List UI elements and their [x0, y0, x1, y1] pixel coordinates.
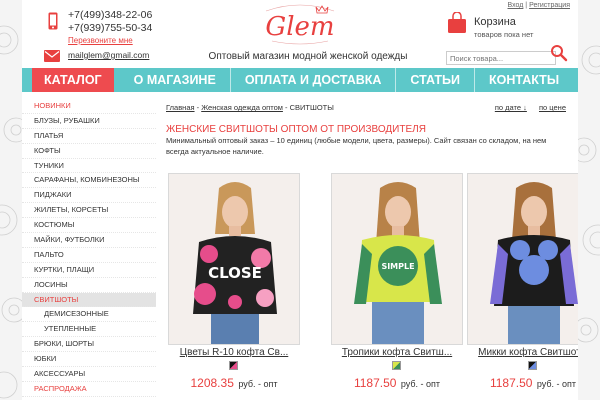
sidebar-item-blouses[interactable]: Блузы, рубашки [22, 114, 156, 129]
sidebar-item-leggings[interactable]: Лосины [22, 278, 156, 293]
floral-background-right [578, 0, 600, 400]
callback-link[interactable]: Перезвоните мне [68, 36, 133, 45]
product-price: 1187.50 [489, 376, 533, 390]
sidebar-item-tshirts[interactable]: Майки, футболки [22, 233, 156, 248]
phone-number-2: +7(939)755-50-34 [68, 22, 153, 34]
breadcrumb-separator: - [282, 103, 290, 112]
sidebar-item-new[interactable]: Новинки [22, 99, 156, 114]
email-link[interactable]: mailglem@gmail.com [68, 50, 149, 60]
product-card: SIMPLE Тропики кофта Свитш... 1187.50 ру… [331, 173, 463, 400]
nav-divider [395, 68, 397, 92]
sidebar-item-jackets[interactable]: Пиджаки [22, 188, 156, 204]
account-links: Вход | Регистрация [508, 2, 571, 9]
sidebar-item-dresses[interactable]: Платья [22, 129, 156, 144]
product-price: 1208.35 [190, 376, 234, 390]
nav-catalog[interactable]: Каталог [32, 68, 114, 92]
register-link[interactable]: Регистрация [529, 2, 570, 9]
login-link[interactable]: Вход [508, 2, 524, 9]
color-swatch[interactable] [229, 361, 238, 370]
shopping-bag-icon[interactable] [447, 12, 467, 34]
product-image[interactable]: CLOSE [168, 173, 300, 345]
product-print-text: CLOSE [208, 264, 262, 282]
nav-divider [229, 68, 231, 92]
search-input[interactable] [446, 51, 556, 65]
sort-by-price[interactable]: по цене [539, 103, 566, 112]
sidebar-item-outerwear[interactable]: Куртки, плащи [22, 263, 156, 278]
color-swatch[interactable] [528, 361, 537, 370]
price-unit: руб. - опт [238, 379, 278, 389]
breadcrumb-category[interactable]: Женская одежда оптом [201, 103, 283, 112]
page-description: Минимальный оптовый заказ – 10 единиц (л… [166, 136, 547, 156]
price-unit: руб. - опт [400, 379, 441, 389]
cart-title[interactable]: Корзина [474, 16, 516, 28]
product-price-row: 1187.50 руб. - опт [331, 374, 463, 392]
sidebar-item-sale[interactable]: Распродажа [22, 382, 156, 397]
sidebar-item-sweatshirts[interactable]: Свитшоты [22, 292, 156, 308]
site-slogan: Оптовый магазин модной женской одежды [208, 51, 408, 62]
sidebar-subitem-insulated[interactable]: Утепленные [22, 322, 156, 338]
product-price-row: 1187.50 руб. - опт [467, 374, 578, 392]
product-price-row: 1208.35 руб. - опт [168, 374, 300, 392]
sidebar-item-trousers[interactable]: Брюки, шорты [22, 337, 156, 353]
page-title: Женские свитшоты оптом от производителя [166, 124, 426, 135]
product-image[interactable]: SIMPLE [331, 173, 463, 345]
sidebar-item-sundresses[interactable]: Сарафаны, комбинезоны [22, 173, 156, 189]
account-links-separator: | [525, 2, 528, 9]
page-container: +7(499)348-22-06 +7(939)755-50-34 Перезв… [22, 0, 578, 400]
product-image[interactable] [467, 173, 578, 345]
category-sidebar: Новинки Блузы, рубашки Платья Кофты Туни… [22, 99, 156, 397]
mail-icon [44, 50, 60, 62]
sidebar-item-suits[interactable]: Костюмы [22, 218, 156, 234]
floral-background-left [0, 0, 22, 400]
phone-number-1: +7(499)348-22-06 [68, 9, 153, 21]
product-name[interactable]: Цветы R-10 кофта Св... [168, 347, 300, 358]
nav-articles[interactable]: Статьи [410, 68, 460, 92]
sidebar-item-cardigans[interactable]: Кофты [22, 144, 156, 159]
sidebar-item-vests[interactable]: Жилеты, корсеты [22, 203, 156, 219]
logo-text: Glem [265, 12, 334, 42]
sidebar-subitem-demiseason[interactable]: Демисезонные [22, 307, 156, 323]
sort-controls: по дате ↓ по цене [485, 103, 566, 112]
sidebar-item-accessories[interactable]: Аксессуары [22, 367, 156, 382]
breadcrumb-home[interactable]: Главная [166, 103, 195, 112]
price-unit: руб. - опт [536, 379, 577, 389]
sidebar-item-tunics[interactable]: Туники [22, 159, 156, 174]
site-header: +7(499)348-22-06 +7(939)755-50-34 Перезв… [22, 0, 578, 66]
glem-logo[interactable]: Glem [258, 3, 342, 47]
product-card: CLOSE Цветы R-10 кофта Св... 1208.35 руб… [168, 173, 300, 400]
product-name[interactable]: Микки кофта Свитшот... [467, 347, 578, 358]
breadcrumb: Главная - Женская одежда оптом - СВИТШОТ… [166, 103, 334, 112]
nav-divider [473, 68, 475, 92]
search-icon[interactable] [550, 44, 568, 62]
sidebar-item-coats[interactable]: Пальто [22, 248, 156, 263]
nav-about[interactable]: О магазине [134, 68, 216, 92]
phone-icon [48, 12, 58, 30]
nav-contacts[interactable]: Контакты [489, 68, 559, 92]
color-swatch[interactable] [392, 361, 401, 370]
nav-payment-delivery[interactable]: Оплата и доставка [245, 68, 382, 92]
main-navigation: Каталог О магазине Оплата и доставка Ста… [22, 68, 578, 92]
product-print-text: SIMPLE [381, 262, 414, 271]
product-card: Микки кофта Свитшот... 1187.50 руб. - оп… [467, 173, 578, 400]
cart-status: товаров пока нет [474, 30, 534, 39]
breadcrumb-current: СВИТШОТЫ [289, 103, 334, 112]
sort-by-date[interactable]: по дате ↓ [495, 103, 527, 112]
product-name[interactable]: Тропики кофта Свитш... [331, 347, 463, 358]
product-price: 1187.50 [353, 376, 397, 390]
sidebar-item-skirts[interactable]: Юбки [22, 352, 156, 368]
